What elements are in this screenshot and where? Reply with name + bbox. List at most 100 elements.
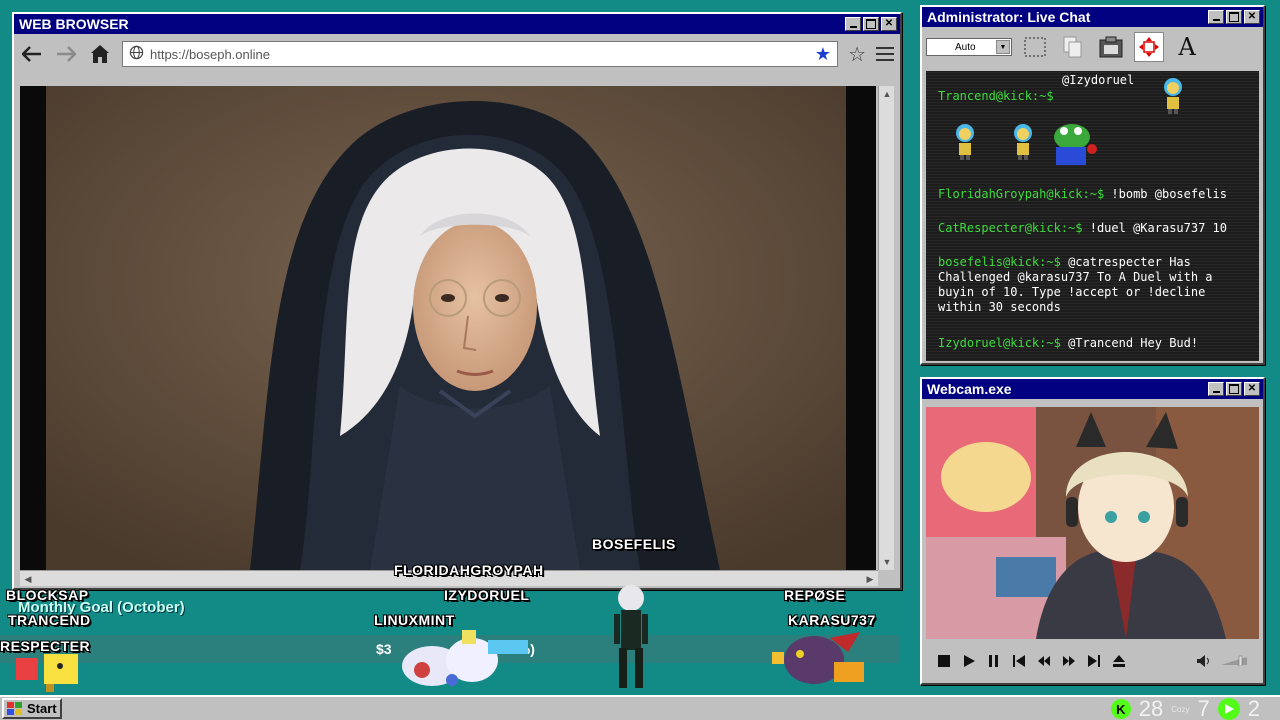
chat-username[interactable]: bosefelis@kick:~$ [938,255,1061,269]
chat-log: @Izydoruel Trancend@kick:~$ FloridahGroy… [926,71,1259,361]
player-name: FLORIDAHGROYPAH [394,562,544,578]
webcam-titlebar[interactable]: Webcam.exe ✕ [922,379,1263,399]
pixel-sprite-cluster-icon [402,630,528,686]
webcam-title: Webcam.exe [927,381,1012,397]
chat-username[interactable]: CatRespecter@kick:~$ [938,221,1083,235]
chat-message: CatRespecter@kick:~$ !duel @Karasu737 10 [938,221,1251,236]
play-icon[interactable] [961,655,977,667]
bookmark-star-icon[interactable]: ★ [815,44,831,65]
rewind-icon[interactable] [1036,655,1052,667]
character-sprite-icon [614,585,648,688]
chevron-down-icon[interactable]: ▼ [996,40,1010,54]
forward-arrow-icon[interactable] [54,42,78,66]
copy-icon[interactable] [1058,32,1088,62]
tray-label: Cozy [1171,704,1190,714]
dragon-sprite-icon [772,632,864,684]
chat-message-text: @Izydoruel [1062,73,1135,87]
chat-message: @Izydoruel [1062,73,1251,88]
play-circle-icon[interactable] [1217,698,1240,720]
chat-message-text: !duel @Karasu737 10 [1089,221,1228,235]
pixel-character-emote-icon [1014,124,1032,160]
page-content [20,86,876,570]
close-button[interactable]: ✕ [1244,382,1260,396]
favorites-star-icon[interactable]: ☆ [848,42,866,67]
webcam-window: Webcam.exe ✕ [920,377,1265,685]
browser-window: WEB BROWSER ✕ https://boseph.online ★ ☆ [12,12,902,590]
scroll-down-icon[interactable]: ▼ [879,554,895,570]
stop-icon[interactable] [936,655,952,667]
player-name: BOSEFELIS [592,536,676,552]
tray-count: 2 [1247,696,1260,720]
chat-message-text: @Trancend Hey Bud! [1068,336,1199,350]
select-rect-icon[interactable] [1020,32,1050,62]
chat-message: bosefelis@kick:~$ @catrespecter Has Chal… [938,255,1251,315]
webcam-feed [926,407,1259,639]
minimize-button[interactable] [1208,10,1224,24]
start-label: Start [27,701,57,716]
hamburger-menu-icon[interactable] [876,47,894,61]
chat-username[interactable]: Izydoruel@kick:~$ [938,336,1061,350]
player-name: BLOCKSAP [6,587,89,603]
globe-icon [129,45,144,63]
chat-titlebar[interactable]: Administrator: Live Chat ✕ [922,7,1263,27]
viewer-count: 28 [1138,696,1164,720]
vtuber-avatar-image [926,407,1259,639]
skip-back-icon[interactable] [1011,655,1027,667]
start-button[interactable]: Start [2,698,62,719]
player-name: KARASU737 [788,612,876,628]
frog-emote-icon [1054,124,1097,165]
close-button[interactable]: ✕ [1244,10,1260,24]
address-url[interactable]: https://boseph.online [150,47,809,62]
maximize-button[interactable] [863,17,879,31]
chat-message: Trancend@kick:~$ [938,89,1251,104]
chat-message: FloridahGroypah@kick:~$ !bomb @bosefelis [938,187,1251,202]
kick-logo-icon[interactable]: K [1110,699,1131,719]
chat-toolbar: Auto ▼ A [922,27,1263,67]
fast-forward-icon[interactable] [1061,655,1077,667]
browser-titlebar[interactable]: WEB BROWSER ✕ [14,14,900,34]
chat-message: Izydoruel@kick:~$ @Trancend Hey Bud! [938,336,1251,351]
goal-amount: $3 [376,641,392,657]
browser-title: WEB BROWSER [19,16,129,32]
chat-username[interactable]: FloridahGroypah@kick:~$ [938,187,1104,201]
chat-username[interactable]: Trancend@kick:~$ [938,89,1054,103]
player-name: REPØSE [784,587,846,603]
home-icon[interactable] [88,42,112,66]
text-tool-icon[interactable]: A [1172,32,1202,62]
font-size-select[interactable]: Auto ▼ [926,38,1012,56]
scroll-right-icon[interactable]: ▶ [862,571,878,587]
browser-toolbar: https://boseph.online ★ ☆ [14,34,900,74]
move-icon[interactable] [1134,32,1164,62]
chat-title: Administrator: Live Chat [927,9,1091,25]
back-arrow-icon[interactable] [20,42,44,66]
windows-logo-icon [7,701,22,715]
skip-forward-icon[interactable] [1086,655,1102,667]
scroll-up-icon[interactable]: ▲ [879,86,895,102]
pixel-character-emote-icon [956,124,974,160]
address-bar[interactable]: https://boseph.online ★ [122,41,839,67]
minimize-button[interactable] [1208,382,1224,396]
volume-icon[interactable] [1196,655,1212,667]
vertical-scrollbar[interactable]: ▲ ▼ [878,86,894,570]
maximize-button[interactable] [1226,10,1242,24]
pixel-character-emote-icon [1164,78,1182,114]
system-tray: K 28 Cozy 7 2 [1110,696,1260,720]
player-name: LINUXMINT [374,612,455,628]
maximize-button[interactable] [1226,382,1242,396]
close-button[interactable]: ✕ [881,17,897,31]
taskbar: Start K 28 Cozy 7 2 [0,695,1280,720]
scroll-left-icon[interactable]: ◀ [20,571,36,587]
portrait-image [20,86,876,570]
pixel-sprite-icon [16,654,78,692]
pause-icon[interactable] [986,655,1002,667]
font-size-value: Auto [955,41,976,53]
eject-icon[interactable] [1111,655,1127,667]
player-name: TRANCEND [8,612,91,628]
follower-count: 7 [1197,696,1210,720]
chat-message-text: !bomb @bosefelis [1111,187,1227,201]
paste-icon[interactable] [1096,32,1126,62]
volume-slider[interactable] [1221,654,1249,669]
chat-window: Administrator: Live Chat ✕ Auto ▼ A @Izy… [920,5,1265,365]
player-name: IZYDORUEL [444,587,530,603]
minimize-button[interactable] [845,17,861,31]
